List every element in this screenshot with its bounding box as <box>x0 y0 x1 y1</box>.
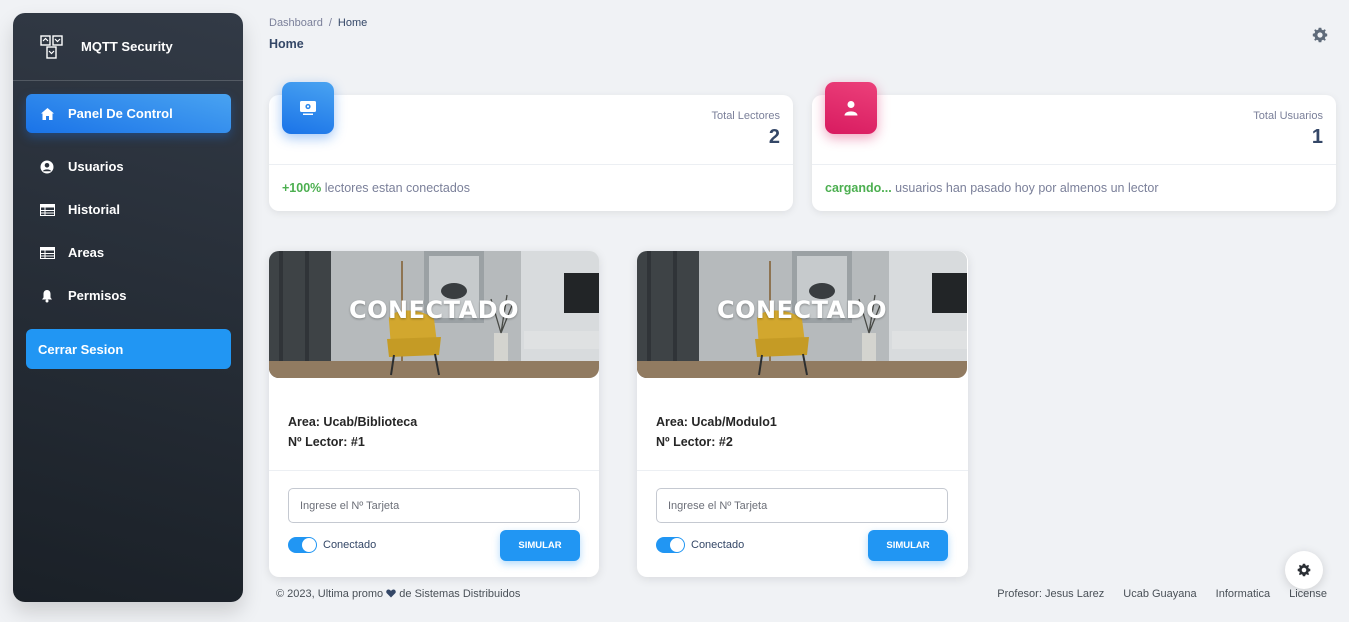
reader-icon <box>282 82 334 134</box>
sidebar-item-label: Historial <box>68 202 121 217</box>
footer-link-license[interactable]: License <box>1289 588 1327 600</box>
reader-number: Nº Lector: #2 <box>656 435 733 449</box>
bell-icon <box>39 288 55 304</box>
connected-toggle[interactable] <box>288 537 317 553</box>
reader-info: Area: Ucab/Modulo1 Nº Lector: #2 <box>656 412 777 452</box>
stat-value: 2 <box>768 126 780 148</box>
stat-highlight: +100% <box>282 181 322 195</box>
sidebar-item-areas[interactable]: Areas <box>26 233 231 272</box>
reader-status-title: CONECTADO <box>348 296 519 324</box>
footer-link-ucab[interactable]: Ucab Guayana <box>1123 588 1196 600</box>
sidebar-item-label: Areas <box>68 245 105 260</box>
sidebar-item-label: Permisos <box>68 288 127 303</box>
stat-label: Total Usuarios <box>1253 110 1323 122</box>
brand-logo-icon <box>40 34 63 59</box>
footer-link-profesor[interactable]: Profesor: Jesus Larez <box>997 588 1104 600</box>
stat-footer: +100% lectores estan conectados <box>282 181 470 195</box>
stat-highlight: cargando... <box>825 181 892 195</box>
stat-value: 1 <box>1311 126 1323 148</box>
simulate-button[interactable]: SIMULAR <box>868 530 948 561</box>
table-icon <box>39 245 55 261</box>
card-number-input[interactable] <box>288 488 580 523</box>
reader-divider <box>269 470 599 471</box>
stat-footer: cargando... usuarios han pasado hoy por … <box>825 181 1159 195</box>
reader-area: Area: Ucab/Biblioteca <box>288 415 418 429</box>
toggle-knob <box>670 538 684 552</box>
breadcrumb-current: Home <box>337 17 368 29</box>
toggle-knob <box>302 538 316 552</box>
reader-card: CONECTADO Area: Ucab/Biblioteca Nº Lecto… <box>269 251 599 577</box>
sidebar-item-historial[interactable]: Historial <box>26 190 231 229</box>
footer-prefix: © 2023, Ultima promo <box>276 588 384 600</box>
stat-card-users: Total Usuarios 1 cargando... usuarios ha… <box>812 82 1336 211</box>
reader-card-image: CONECTADO <box>269 251 599 378</box>
sidebar-item-label: Panel De Control <box>68 106 173 121</box>
stat-divider <box>269 164 793 165</box>
gear-icon[interactable] <box>1312 27 1328 43</box>
stat-label: Total Lectores <box>711 110 780 122</box>
reader-card: CONECTADO Area: Ucab/Modulo1 Nº Lector: … <box>637 251 968 577</box>
home-icon <box>39 106 55 122</box>
sidebar-item-label: Usuarios <box>68 159 124 174</box>
gear-icon <box>1297 563 1311 577</box>
person-icon <box>825 82 877 134</box>
sidebar-divider <box>13 80 243 81</box>
breadcrumb-separator: / <box>328 17 332 29</box>
sidebar-item-panel-de-control[interactable]: Panel De Control <box>26 94 231 133</box>
sidebar: MQTT Security Panel De Control Usuarios … <box>13 13 243 602</box>
brand[interactable]: MQTT Security <box>13 13 243 80</box>
reader-status-title: CONECTADO <box>716 296 887 324</box>
sidebar-item-permisos[interactable]: Permisos <box>26 276 231 315</box>
footer-link-informatica[interactable]: Informatica <box>1216 588 1270 600</box>
sidebar-item-usuarios[interactable]: Usuarios <box>26 147 231 186</box>
stat-footer-text: usuarios han pasado hoy por almenos un l… <box>891 181 1159 195</box>
table-icon <box>39 202 55 218</box>
reader-area: Area: Ucab/Modulo1 <box>656 415 777 429</box>
page-title: Home <box>269 37 304 51</box>
footer-links: Profesor: Jesus Larez Ucab Guayana Infor… <box>997 588 1327 600</box>
simulate-button[interactable]: SIMULAR <box>500 530 580 561</box>
reader-divider <box>637 470 968 471</box>
footer-suffix: de Sistemas Distribuidos <box>399 588 521 600</box>
logout-button[interactable]: Cerrar Sesion <box>26 329 231 369</box>
reader-number: Nº Lector: #1 <box>288 435 365 449</box>
reader-info: Area: Ucab/Biblioteca Nº Lector: #1 <box>288 412 417 452</box>
stat-footer-text: lectores estan conectados <box>321 181 470 195</box>
connected-toggle[interactable] <box>656 537 685 553</box>
footer-copyright: © 2023, Ultima promo de Sistemas Distrib… <box>276 588 520 600</box>
stat-divider <box>812 164 1336 165</box>
user-circle-icon <box>39 159 55 175</box>
toggle-label: Conectado <box>691 539 745 551</box>
stat-card-readers: Total Lectores 2 +100% lectores estan co… <box>269 82 793 211</box>
settings-fab-button[interactable] <box>1285 551 1323 589</box>
breadcrumb-root[interactable]: Dashboard <box>269 17 323 29</box>
toggle-label: Conectado <box>323 539 377 551</box>
brand-name: MQTT Security <box>81 39 173 54</box>
reader-card-image: CONECTADO <box>637 251 967 378</box>
card-number-input[interactable] <box>656 488 948 523</box>
heart-icon <box>386 589 396 598</box>
breadcrumb: Dashboard / Home <box>269 17 367 29</box>
